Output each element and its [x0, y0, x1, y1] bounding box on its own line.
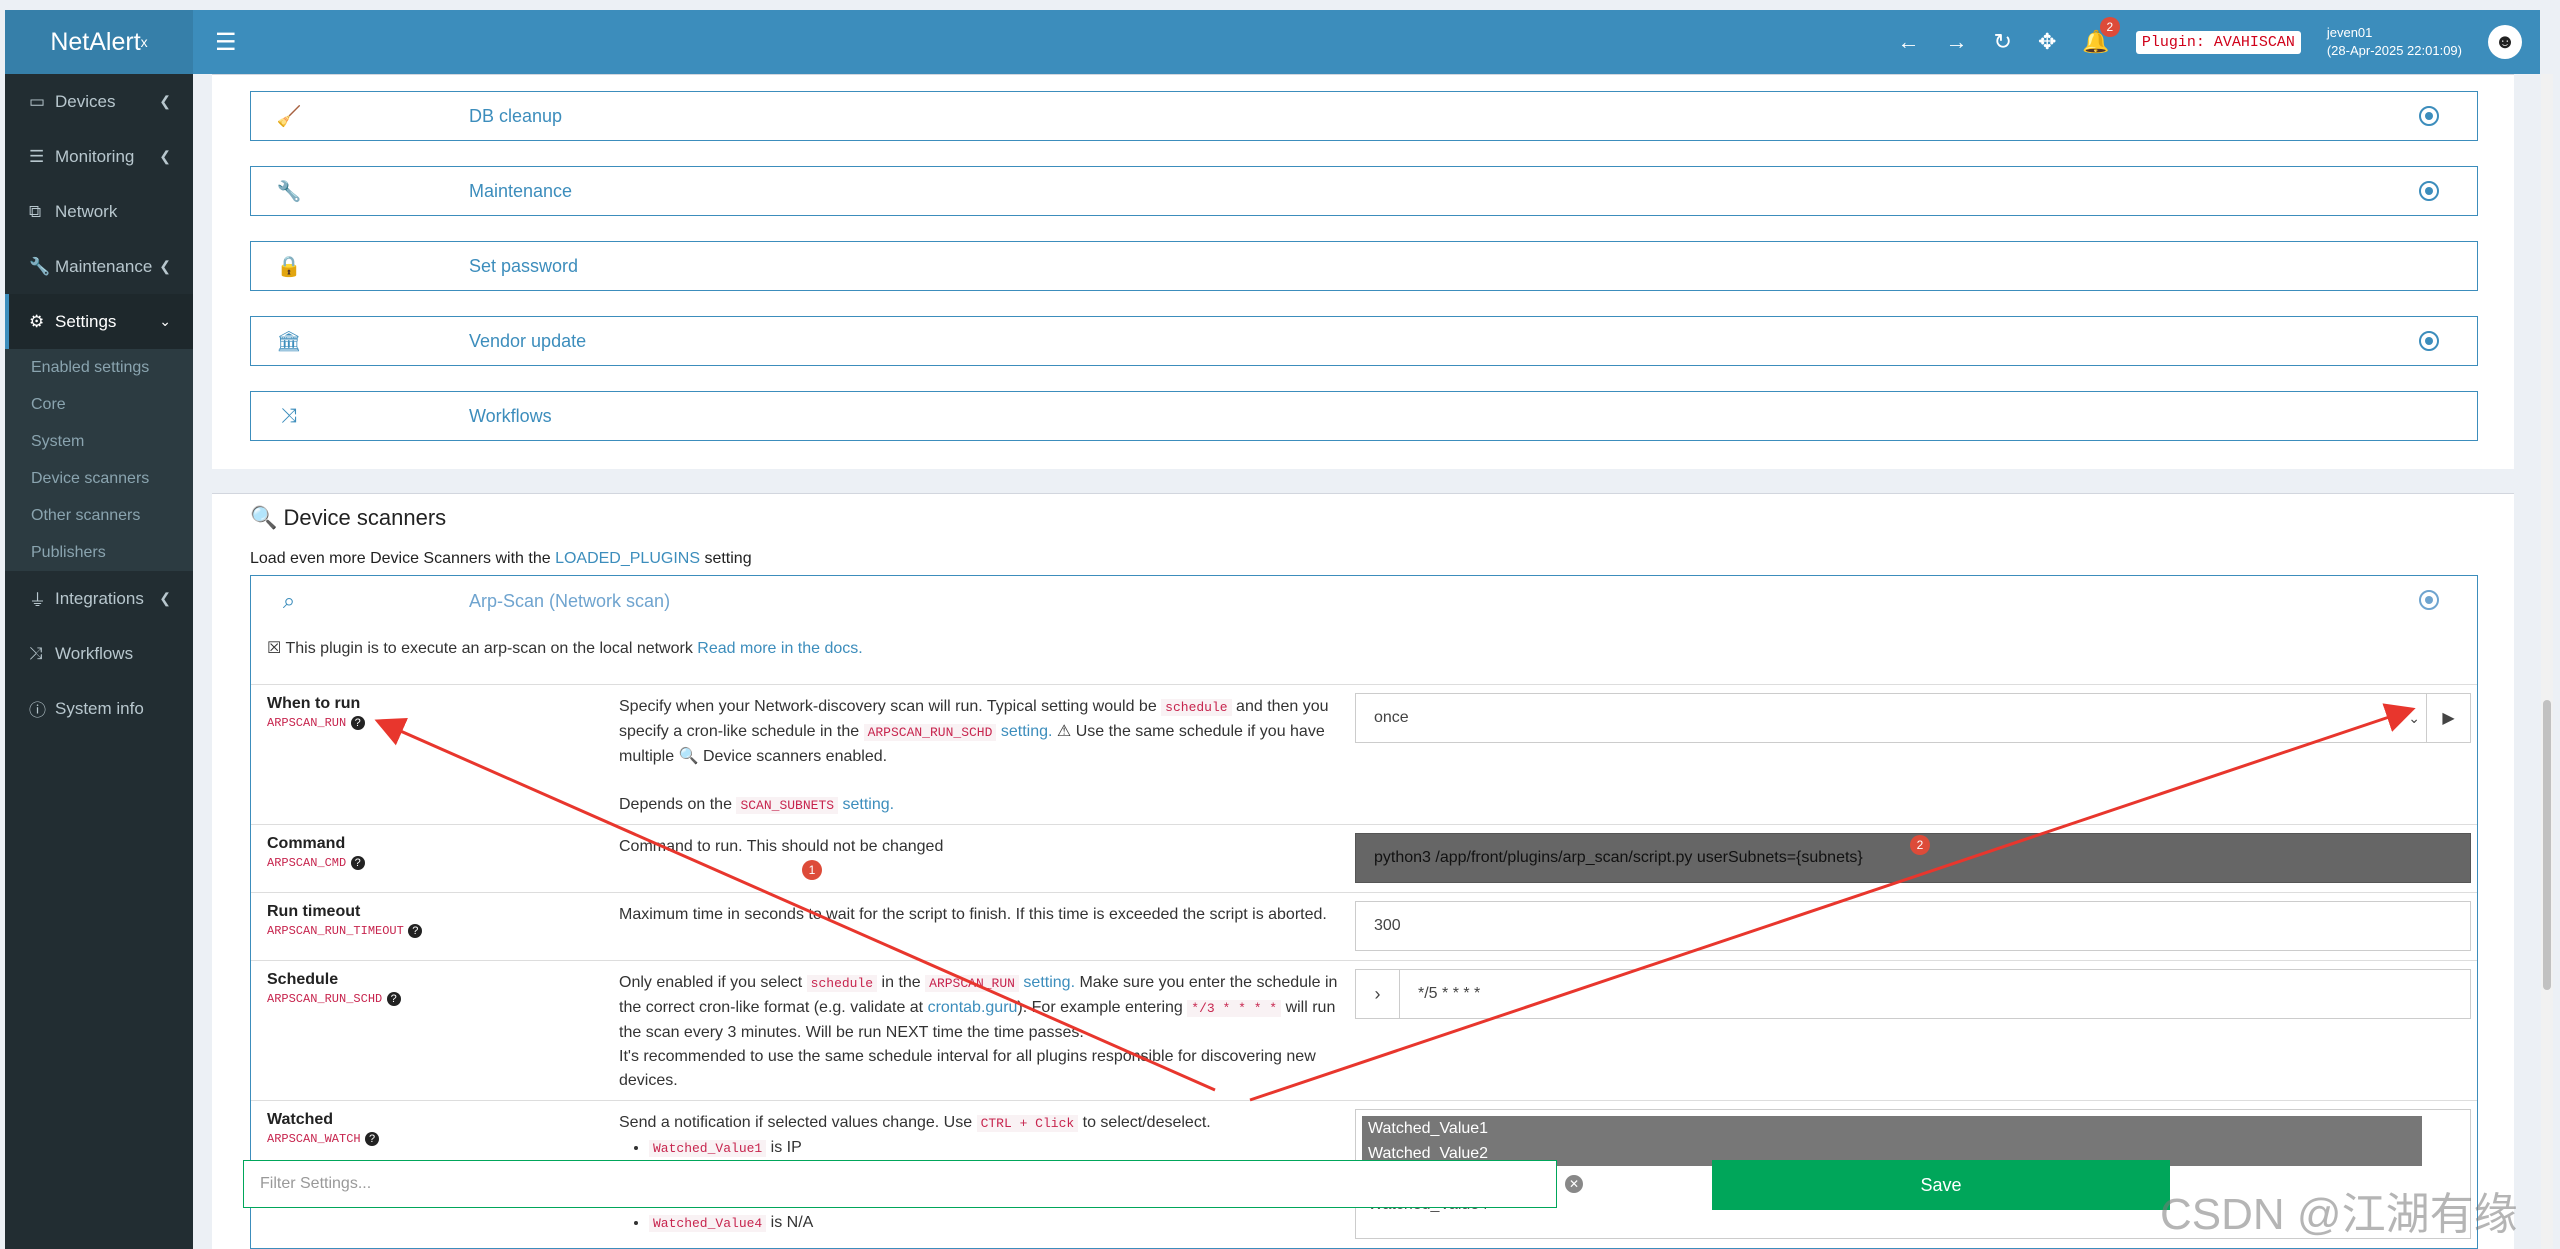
sidebar-item-network[interactable]: ⧉ Network: [5, 184, 193, 239]
filter-settings-input[interactable]: Filter Settings...: [243, 1160, 1557, 1208]
scrollbar[interactable]: [2541, 74, 2553, 1249]
user-time: (28-Apr-2025 22:01:09): [2326, 43, 2462, 58]
sidebar-item-maintenance[interactable]: 🔧 Maintenance ❮: [5, 239, 193, 294]
chart-icon: ☰: [29, 146, 45, 166]
gear-icon: ⚙: [29, 311, 45, 331]
lock-icon: 🔒: [276, 255, 302, 278]
play-icon[interactable]: ▶: [2426, 694, 2470, 742]
save-button[interactable]: Save: [1712, 1160, 2170, 1210]
run-timeout-input[interactable]: 300: [1355, 901, 2471, 951]
help-icon[interactable]: ?: [386, 992, 401, 1006]
toggle-radio-icon[interactable]: [2419, 181, 2439, 201]
sidebar: ▭ Devices ❮ ☰ Monitoring ❮ ⧉ Network 🔧 Mainten…: [5, 74, 193, 1249]
toggle-radio-icon[interactable]: [2419, 331, 2439, 351]
laptop-icon: ▭: [29, 91, 46, 111]
panel-maintenance[interactable]: 🔧 Maintenance: [250, 166, 2478, 216]
toggle-radio-icon[interactable]: [2419, 106, 2439, 126]
subnav-publishers[interactable]: Publishers: [5, 534, 193, 571]
chevron-right-icon[interactable]: ›: [1356, 970, 1400, 1018]
sidebar-item-integrations[interactable]: ⏚ Integrations ❮: [5, 571, 193, 626]
chevron-left-icon: ❮: [159, 148, 171, 164]
sidebar-item-workflows[interactable]: ⤨ Workflows: [5, 626, 193, 681]
panel-vendor-update[interactable]: 🏛 Vendor update: [250, 316, 2478, 366]
help-icon[interactable]: ?: [350, 716, 365, 730]
loaded-plugins-link[interactable]: LOADED_PLUGINS: [555, 550, 700, 567]
shuffle-icon: ⤨: [281, 404, 297, 427]
app-logo[interactable]: NetAlert x: [5, 10, 193, 74]
help-icon[interactable]: ?: [408, 924, 423, 938]
setting-row-command: Command ARPSCAN_CMD ? Command to run. Thi…: [251, 824, 2477, 892]
user-name: jeven01: [2326, 25, 2373, 40]
wrench-icon: 🔧: [29, 256, 51, 276]
setting-description: Only enabled if you select schedule in t…: [619, 974, 1338, 1089]
chevron-left-icon: ❮: [159, 258, 171, 274]
section-title: 🔍 Device scanners: [250, 505, 447, 530]
chevron-left-icon: ❮: [159, 93, 171, 109]
multiselect-option[interactable]: Watched_Value1: [1362, 1116, 2422, 1141]
refresh-icon[interactable]: ↻: [1994, 29, 2012, 55]
annotation-badge-2: 2: [1910, 835, 1930, 855]
subnav-enabled-settings[interactable]: Enabled settings: [5, 349, 193, 386]
top-navbar: NetAlert x ☰ ← → ↻ ✥ 🔔 2 Plugin: AVAHISCAN…: [5, 10, 2540, 74]
setting-description: Specify when your Network-discovery scan…: [619, 698, 1329, 814]
setting-row-run-timeout: Run timeout ARPSCAN_RUN_TIMEOUT ? Maximum…: [251, 892, 2477, 960]
menu-toggle-icon[interactable]: ☰: [215, 28, 237, 57]
back-arrow-icon[interactable]: ←: [1898, 29, 1920, 55]
annotation-badge-1: 1: [802, 860, 822, 880]
help-icon[interactable]: ?: [350, 856, 365, 870]
avatar[interactable]: ☻: [2488, 25, 2522, 59]
when-to-run-select[interactable]: once ⌄ ▶: [1355, 693, 2471, 743]
subnav-system[interactable]: System: [5, 423, 193, 460]
toggle-radio-icon[interactable]: [2419, 590, 2439, 610]
forward-arrow-icon[interactable]: →: [1946, 29, 1968, 55]
list-item: Watched_Value1 is IP: [649, 1136, 1349, 1161]
section-subtitle: Load even more Device Scanners with the …: [250, 550, 752, 567]
panel-workflows[interactable]: ⤨ Workflows: [250, 391, 2478, 441]
scrollbar-thumb[interactable]: [2543, 700, 2551, 990]
settings-subnav: Enabled settings Core System Device scan…: [5, 349, 193, 571]
watermark: CSDN @江湖有缘: [2160, 1190, 2518, 1239]
docs-link[interactable]: Read more in the docs.: [697, 640, 862, 657]
plugin-description: ☒ This plugin is to execute an arp-scan …: [267, 640, 863, 657]
setting-row-when-to-run: When to run ARPSCAN_RUN ? Specify when yo…: [251, 684, 2477, 824]
bank-icon: 🏛: [276, 330, 302, 353]
panel-db-cleanup[interactable]: 🧹 DB cleanup: [250, 91, 2478, 141]
sidebar-item-monitoring[interactable]: ☰ Monitoring ❮: [5, 129, 193, 184]
search-plus-icon: 🔍: [250, 505, 278, 530]
plugin-title: Arp-Scan (Network scan): [469, 590, 671, 611]
subnav-other-scanners[interactable]: Other scanners: [5, 497, 193, 534]
user-info[interactable]: jeven01 (28-Apr-2025 22:01:09): [2327, 24, 2462, 60]
search-icon: ⌕: [282, 588, 296, 613]
subnav-core[interactable]: Core: [5, 386, 193, 423]
panel-set-password[interactable]: 🔒 Set password: [250, 241, 2478, 291]
subnav-device-scanners[interactable]: Device scanners: [5, 460, 193, 497]
broom-icon: 🧹: [276, 105, 302, 128]
sidebar-item-settings[interactable]: ⚙ Settings ⌄: [5, 294, 193, 349]
notification-count-badge: 2: [2099, 17, 2120, 37]
shuffle-icon: ⤨: [29, 643, 43, 663]
plugin-header[interactable]: ⌕ Arp-Scan (Network scan): [251, 576, 2477, 626]
chevron-down-icon: ⌄: [2408, 709, 2420, 726]
plug-icon: ⏚: [29, 591, 46, 610]
move-arrows-icon[interactable]: ✥: [2038, 29, 2056, 55]
list-item: Watched_Value4 is N/A: [649, 1211, 1349, 1236]
setting-row-schedule: Schedule ARPSCAN_RUN_SCHD ? Only enabled …: [251, 960, 2477, 1100]
wrench-icon: 🔧: [276, 180, 302, 203]
clear-icon[interactable]: ✕: [1565, 1175, 1583, 1193]
bell-icon[interactable]: 🔔 2: [2082, 17, 2120, 55]
chevron-left-icon: ❮: [159, 590, 171, 606]
sidebar-item-devices[interactable]: ▭ Devices ❮: [5, 74, 193, 129]
info-icon: ⓘ: [29, 701, 46, 720]
plugin-status-badge[interactable]: Plugin: AVAHISCAN: [2135, 30, 2301, 54]
schedule-input[interactable]: › */5 * * * *: [1355, 969, 2471, 1019]
network-icon: ⧉: [29, 201, 42, 221]
help-icon[interactable]: ?: [365, 1132, 380, 1146]
sidebar-item-system-info[interactable]: ⓘ System info: [5, 681, 193, 736]
plugin-arp-scan: ⌕ Arp-Scan (Network scan) ☒ This plugin …: [250, 575, 2478, 1249]
chevron-down-icon: ⌄: [159, 313, 171, 329]
